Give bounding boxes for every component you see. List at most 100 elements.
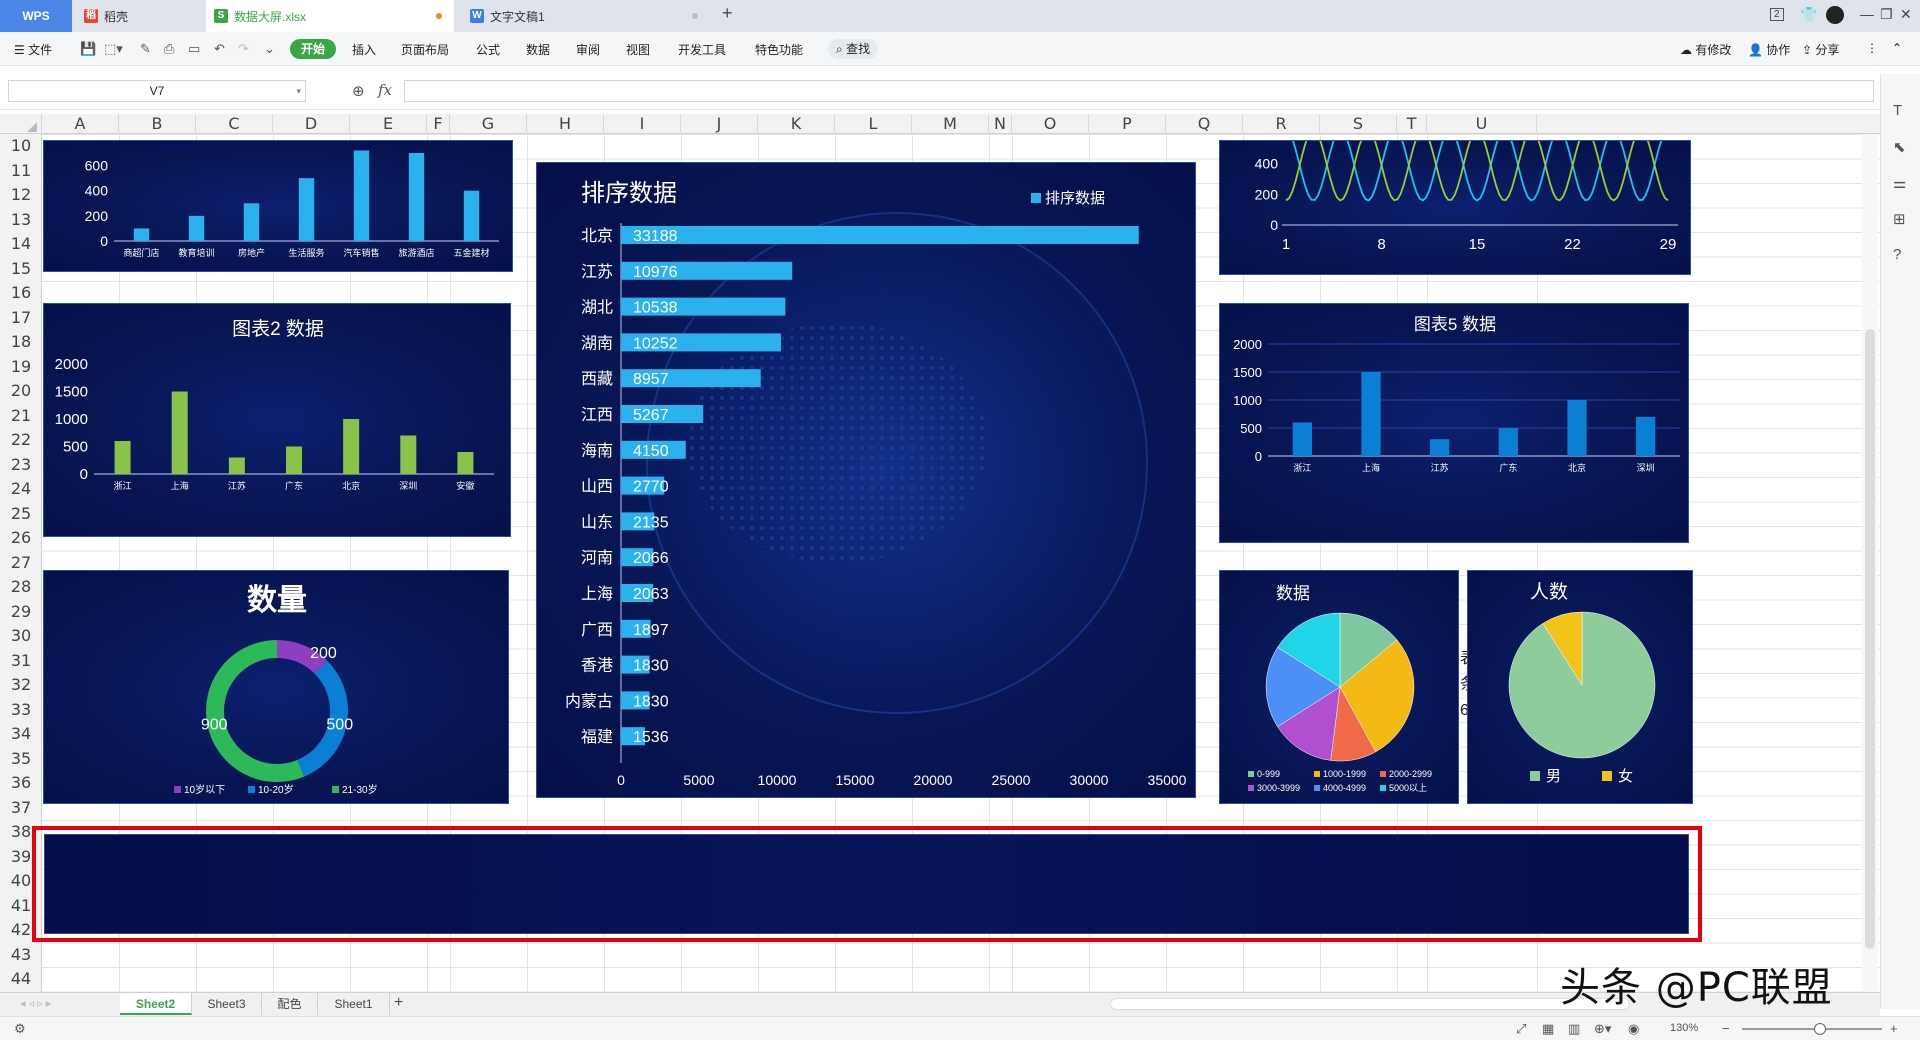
- name-box[interactable]: V7 ▾: [8, 80, 306, 102]
- row-header-10[interactable]: 10: [0, 136, 42, 160]
- row-header-25[interactable]: 25: [0, 504, 42, 528]
- row-header-12[interactable]: 12: [0, 185, 42, 209]
- text-format-icon[interactable]: T: [1893, 102, 1902, 119]
- row-header-16[interactable]: 16: [0, 283, 42, 307]
- row-header-33[interactable]: 33: [0, 700, 42, 724]
- row-header-22[interactable]: 22: [0, 430, 42, 454]
- zoom-slider-handle[interactable]: [1814, 1023, 1826, 1035]
- zoom-slider[interactable]: [1742, 1023, 1882, 1035]
- row-header-29[interactable]: 29: [0, 602, 42, 626]
- zoom-in-icon[interactable]: +: [1890, 1021, 1898, 1036]
- zoom-search-icon[interactable]: ⊕: [352, 82, 365, 100]
- fullscreen-icon[interactable]: ⤢: [1516, 1021, 1526, 1037]
- column-header-A[interactable]: A: [42, 114, 119, 134]
- menu-review[interactable]: 审阅: [576, 41, 600, 58]
- table-style-icon[interactable]: ⊞: [1893, 210, 1906, 228]
- column-header-P[interactable]: P: [1089, 114, 1166, 134]
- column-header-R[interactable]: R: [1243, 114, 1320, 134]
- select-all-corner[interactable]: [0, 114, 42, 134]
- row-header-26[interactable]: 26: [0, 528, 42, 552]
- column-header-J[interactable]: J: [681, 114, 758, 134]
- select-cursor-icon[interactable]: ⬉: [1893, 138, 1906, 156]
- wps-home-tab[interactable]: WPS: [0, 0, 72, 32]
- menu-developer[interactable]: 开发工具: [678, 41, 726, 58]
- print-icon[interactable]: ⎙: [164, 41, 174, 57]
- column-header-T[interactable]: T: [1397, 114, 1427, 134]
- tab-word-doc[interactable]: W 文字文稿1: [462, 0, 710, 32]
- row-header-17[interactable]: 17: [0, 308, 42, 332]
- zoom-level[interactable]: 130%: [1670, 1022, 1698, 1034]
- column-header-B[interactable]: B: [119, 114, 196, 134]
- vertical-scrollbar[interactable]: [1862, 134, 1878, 992]
- restore-icon[interactable]: ❐: [1880, 6, 1893, 23]
- column-header-C[interactable]: C: [196, 114, 273, 134]
- export-icon[interactable]: ⬚▾: [104, 41, 123, 57]
- column-header-Q[interactable]: Q: [1166, 114, 1243, 134]
- column-header-I[interactable]: I: [604, 114, 681, 134]
- more-options-icon[interactable]: ⋮: [1866, 41, 1878, 55]
- settings-sliders-icon[interactable]: ⚌: [1893, 174, 1906, 192]
- page-break-view-icon[interactable]: ⊕▾: [1594, 1021, 1611, 1037]
- column-header-D[interactable]: D: [273, 114, 350, 134]
- fx-icon[interactable]: fx: [378, 81, 392, 99]
- row-header-37[interactable]: 37: [0, 798, 42, 822]
- skin-icon[interactable]: 👕: [1800, 6, 1817, 23]
- row-header-35[interactable]: 35: [0, 749, 42, 773]
- page-layout-view-icon[interactable]: ▥: [1568, 1021, 1580, 1037]
- formula-input[interactable]: [404, 80, 1874, 102]
- sheet-tab-sheet2[interactable]: Sheet2: [120, 993, 192, 1015]
- row-header-34[interactable]: 34: [0, 724, 42, 748]
- rank-panel[interactable]: 排序数据 排序数据 北京 33188 江苏 10976 湖北 10538 湖南 10252 西藏…: [536, 162, 1196, 798]
- sheet-tab-sheet3[interactable]: Sheet3: [192, 993, 262, 1015]
- row-header-11[interactable]: 11: [0, 161, 42, 185]
- row-header-36[interactable]: 36: [0, 773, 42, 797]
- donut-panel[interactable]: 数量 200 500 900 10岁以下 10-20岁 21-30岁: [43, 570, 509, 804]
- column-header-E[interactable]: E: [350, 114, 427, 134]
- row-header-21[interactable]: 21: [0, 406, 42, 430]
- menu-special[interactable]: 特色功能: [755, 41, 803, 58]
- row-header-30[interactable]: 30: [0, 626, 42, 650]
- redo-icon[interactable]: ↷: [238, 41, 249, 57]
- tab-spreadsheet[interactable]: S 数据大屏.xlsx: [206, 0, 454, 32]
- changes-button[interactable]: ☁ 有修改: [1680, 41, 1731, 58]
- print-preview-icon[interactable]: ▭: [188, 41, 200, 57]
- menu-data[interactable]: 数据: [526, 41, 550, 58]
- sheet-tab-colors[interactable]: 配色: [262, 993, 318, 1015]
- row-header-44[interactable]: 44: [0, 969, 42, 993]
- column-header-M[interactable]: M: [912, 114, 989, 134]
- line-panel[interactable]: 020040060018152229: [1219, 140, 1691, 275]
- menu-file[interactable]: ☰ 文件: [14, 41, 52, 58]
- column-header-N[interactable]: N: [989, 114, 1012, 134]
- save-icon[interactable]: 💾: [80, 41, 96, 57]
- column-header-F[interactable]: F: [427, 114, 450, 134]
- pie1-panel[interactable]: 数据 0-999 1000-1999 2000-2999 3000-3999 4000-…: [1219, 570, 1459, 804]
- horizontal-scrollbar[interactable]: [1110, 998, 1630, 1010]
- menu-page-layout[interactable]: 页面布局: [401, 41, 449, 58]
- chart5-panel[interactable]: 图表5 数据 0 500 1000 1500 2000 浙江 上海 江苏 广东 北京 深圳: [1219, 303, 1689, 543]
- column-header-H[interactable]: H: [527, 114, 604, 134]
- scroll-thumb[interactable]: [1865, 329, 1875, 949]
- row-header-32[interactable]: 32: [0, 675, 42, 699]
- share-button[interactable]: ⇪ 分享: [1802, 41, 1839, 58]
- row-header-19[interactable]: 19: [0, 357, 42, 381]
- menu-view[interactable]: 视图: [626, 41, 650, 58]
- window-count-badge[interactable]: 2: [1770, 8, 1784, 21]
- column-header-O[interactable]: O: [1012, 114, 1089, 134]
- row-header-15[interactable]: 15: [0, 259, 42, 283]
- column-header-S[interactable]: S: [1320, 114, 1397, 134]
- undo-icon[interactable]: ↶: [214, 41, 225, 57]
- column-header-L[interactable]: L: [835, 114, 912, 134]
- minimize-icon[interactable]: —: [1860, 6, 1874, 22]
- chart2-panel[interactable]: 图表2 数据 0 500 1000 1500 2000 浙江 上海 江苏 广东 北京 深圳 安徽: [43, 303, 511, 537]
- row-header-31[interactable]: 31: [0, 651, 42, 675]
- macro-icon[interactable]: ⚙: [14, 1021, 26, 1037]
- collaborate-button[interactable]: 👤 协作: [1748, 41, 1790, 58]
- column-header-G[interactable]: G: [450, 114, 527, 134]
- row-header-27[interactable]: 27: [0, 553, 42, 577]
- column-header-K[interactable]: K: [758, 114, 835, 134]
- close-icon[interactable]: ✕: [1900, 6, 1912, 23]
- row-header-28[interactable]: 28: [0, 577, 42, 601]
- pie2-panel[interactable]: 人数 男女: [1467, 570, 1693, 804]
- more-chevron-icon[interactable]: ⌄: [264, 41, 275, 57]
- avatar[interactable]: [1826, 6, 1844, 24]
